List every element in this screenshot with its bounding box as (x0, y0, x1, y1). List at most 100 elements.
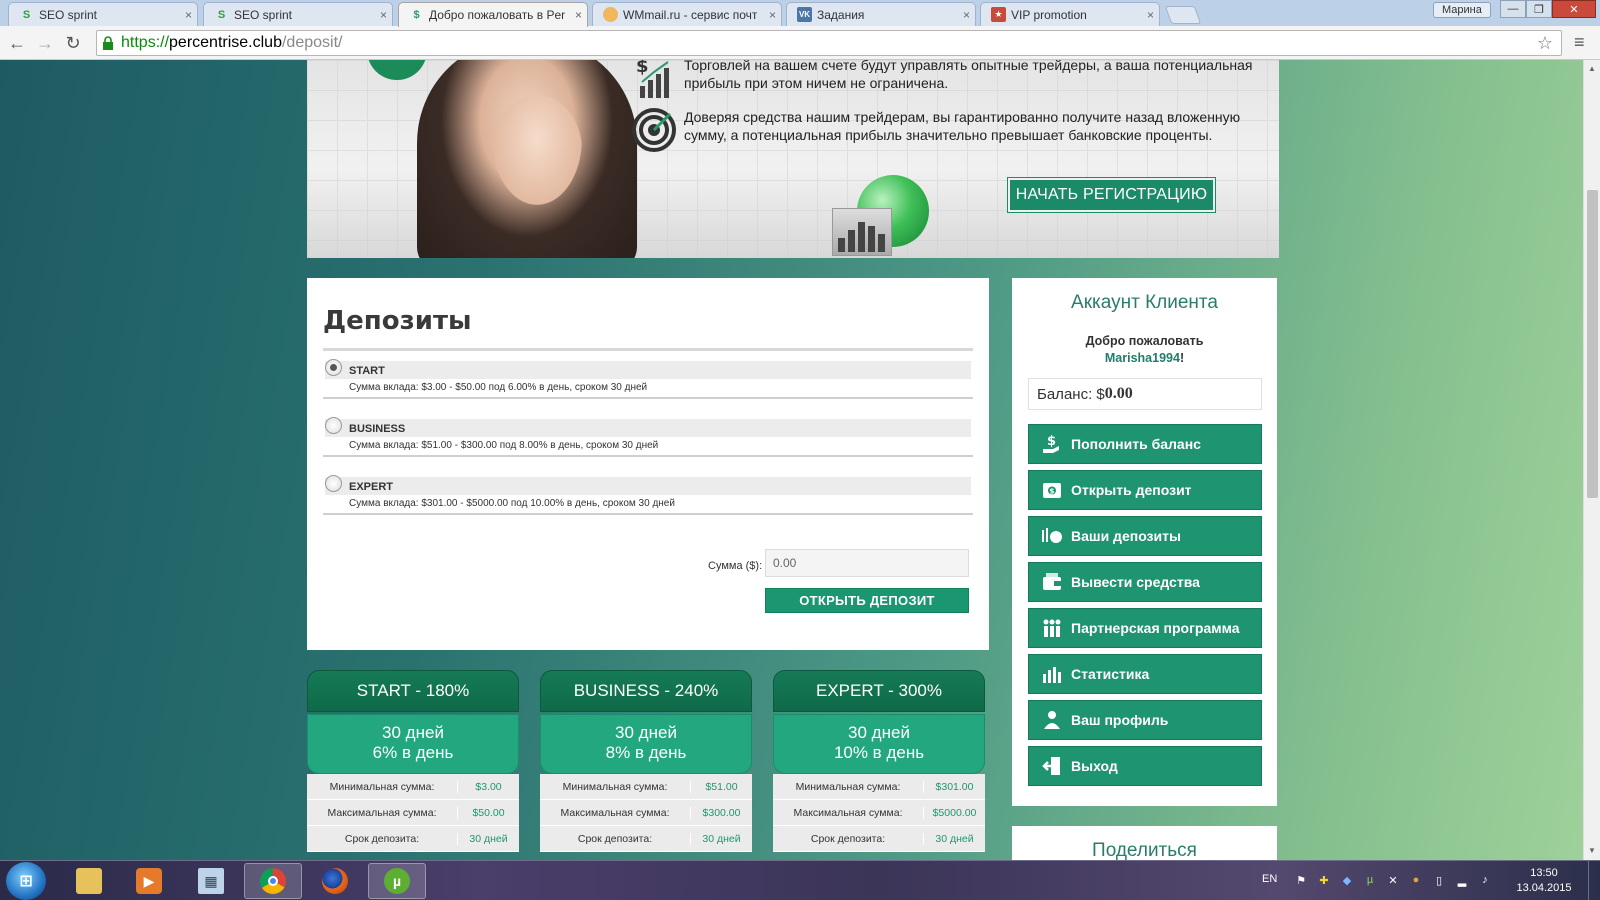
page-scrollbar[interactable]: ▲ ▼ (1583, 60, 1600, 860)
system-clock[interactable]: 13:50 13.04.2015 (1514, 866, 1574, 896)
vk-icon: VK (797, 7, 812, 22)
close-icon[interactable]: × (185, 8, 192, 22)
minimize-button[interactable]: — (1500, 0, 1526, 18)
bar-chart-icon (832, 208, 892, 256)
share-title: Поделиться (1092, 840, 1197, 860)
scroll-up-arrow-icon[interactable]: ▲ (1588, 64, 1596, 73)
profile-button[interactable]: Марина (1433, 2, 1491, 18)
taskbar-media-player[interactable]: ▶ (120, 863, 178, 899)
bars-icon (1041, 663, 1063, 685)
folder-icon (76, 868, 102, 894)
menu-profile[interactable]: Ваш профиль (1028, 700, 1262, 740)
menu-logout[interactable]: Выход (1028, 746, 1262, 786)
tray-signal-icon[interactable]: ▂ (1455, 873, 1469, 887)
plan-option-start[interactable]: START Сумма вклада: $3.00 - $50.00 под 6… (323, 359, 973, 399)
plan-radio[interactable] (325, 417, 342, 434)
address-bar[interactable]: https://percentrise.club/deposit/ ☆ (96, 30, 1562, 56)
plan-radio[interactable] (325, 475, 342, 492)
tray-chrome-icon[interactable]: ● (1409, 873, 1423, 887)
vip-icon: ★ (991, 7, 1006, 22)
balance-label: Баланс: $ (1037, 385, 1105, 403)
browser-tab[interactable]: WMmail.ru - сервис почт × (592, 2, 782, 26)
taskbar-utorrent[interactable]: µ (368, 863, 426, 899)
scroll-down-arrow-icon[interactable]: ▼ (1588, 846, 1596, 855)
browser-tab[interactable]: ★ VIP promotion × (980, 2, 1160, 26)
account-title: Аккаунт Клиента (1071, 292, 1218, 313)
taskbar-explorer[interactable] (60, 863, 118, 899)
close-icon[interactable]: × (1147, 8, 1154, 22)
menu-open-deposit[interactable]: $ Открыть депозит (1028, 470, 1262, 510)
plan-header (325, 477, 971, 495)
tray-battery-icon[interactable]: ▯ (1432, 873, 1446, 887)
close-icon[interactable]: × (769, 8, 776, 22)
tray-flag-icon[interactable]: ⚑ (1294, 873, 1308, 887)
card-title: BUSINESS - 240% (540, 670, 752, 712)
plan-option-business[interactable]: BUSINESS Сумма вклада: $51.00 - $300.00 … (323, 417, 973, 457)
wmmail-icon (603, 7, 618, 22)
scroll-thumb[interactable] (1587, 190, 1598, 498)
tray-plus-icon[interactable]: ✚ (1317, 873, 1331, 887)
start-registration-button[interactable]: НАЧАТЬ РЕГИСТРАЦИЮ (1007, 177, 1216, 213)
language-indicator[interactable]: EN (1262, 873, 1277, 885)
card-term: 30 дней (615, 723, 677, 742)
firefox-icon (322, 868, 348, 894)
close-icon[interactable]: × (963, 8, 970, 22)
tray-tool-icon[interactable]: ✕ (1386, 873, 1400, 887)
close-icon[interactable]: × (380, 8, 387, 22)
amount-label: Сумма ($): (708, 560, 763, 572)
browser-tab[interactable]: VK Задания × (786, 2, 976, 26)
plan-radio[interactable] (325, 359, 342, 376)
start-button[interactable]: ⊞ (6, 862, 46, 900)
window-close-button[interactable]: ✕ (1552, 0, 1596, 18)
tray-volume-icon[interactable]: ♪ (1478, 873, 1492, 887)
menu-withdraw[interactable]: Вывести средства (1028, 562, 1262, 602)
browser-tab[interactable]: S SEO sprint × (8, 2, 198, 26)
tab-title: SEO sprint (234, 7, 293, 22)
card-row-label: Максимальная сумма: (793, 806, 903, 819)
close-icon[interactable]: × (575, 8, 582, 22)
target-icon (632, 108, 676, 152)
bookmark-star-icon[interactable]: ☆ (1537, 33, 1553, 54)
card-row-term: Срок депозита: 30 дней (773, 826, 985, 852)
taskbar-firefox[interactable] (306, 863, 364, 899)
card-rate: 6% в день (372, 743, 454, 762)
show-desktop-button[interactable] (1588, 861, 1600, 900)
card-row-label: Минимальная сумма: (329, 780, 435, 793)
card-row-min: Минимальная сумма: $3.00 (307, 774, 519, 800)
amount-input[interactable]: 0.00 (765, 549, 969, 577)
reload-button[interactable]: ↻ (62, 32, 84, 54)
card-summary: 30 дней 8% в день (540, 714, 752, 774)
open-deposit-button[interactable]: ОТКРЫТЬ ДЕПОЗИТ (765, 588, 969, 613)
url-path: /deposit/ (281, 34, 343, 51)
card-row-value: $50.00 (457, 806, 519, 819)
browser-tab[interactable]: S SEO sprint × (203, 2, 393, 26)
maximize-button[interactable]: ❐ (1526, 0, 1552, 18)
browser-menu-icon[interactable]: ≡ (1574, 32, 1585, 53)
menu-affiliate[interactable]: Партнерская программа (1028, 608, 1262, 648)
taskbar-chrome[interactable] (244, 863, 302, 899)
plan-option-expert[interactable]: EXPERT Сумма вклада: $301.00 - $5000.00 … (323, 475, 973, 515)
new-tab-button[interactable] (1164, 6, 1202, 24)
menu-topup-balance[interactable]: $ Пополнить баланс (1028, 424, 1262, 464)
plan-name: EXPERT (349, 481, 394, 493)
menu-label: Ваш профиль (1071, 712, 1169, 728)
username-value: Marisha1994 (1104, 351, 1180, 365)
back-button[interactable]: ← (6, 32, 28, 54)
menu-statistics[interactable]: Статистика (1028, 654, 1262, 694)
piggy-icon (1041, 525, 1063, 547)
page-viewport: $ Торговлей на вашем счете будут управля… (0, 60, 1583, 860)
card-row-label: Максимальная сумма: (327, 806, 437, 819)
plan-card-business: BUSINESS - 240% 30 дней 8% в день Минима… (540, 670, 752, 860)
tray-app-icon[interactable]: ◆ (1340, 873, 1354, 887)
card-row-label: Минимальная сумма: (562, 780, 668, 793)
tab-title: Добро пожаловать в Per (429, 8, 566, 22)
tab-title: SEO sprint (39, 7, 98, 22)
browser-tab-active[interactable]: $ Добро пожаловать в Per × (398, 2, 588, 27)
clock-time: 13:50 (1530, 867, 1558, 879)
menu-my-deposits[interactable]: Ваши депозиты (1028, 516, 1262, 556)
card-row-value: 30 дней (690, 832, 752, 845)
taskbar-calculator[interactable]: ▦ (182, 863, 240, 899)
username: Marisha1994! (1012, 351, 1277, 365)
forward-button[interactable]: → (34, 32, 56, 54)
tray-utorrent-icon[interactable]: µ (1363, 873, 1377, 887)
